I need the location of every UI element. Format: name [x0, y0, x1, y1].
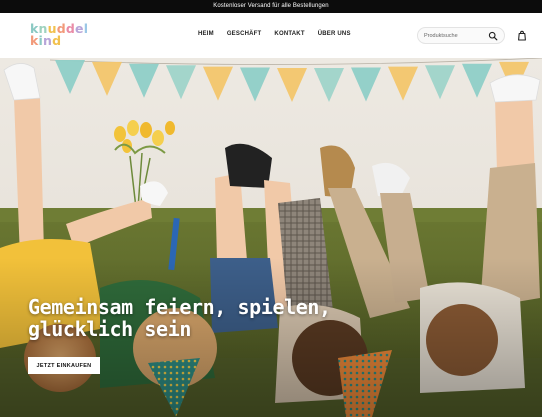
search-box	[417, 27, 505, 44]
logo-letter: e	[75, 21, 84, 36]
announcement-bar: Kostenloser Versand für alle Bestellunge…	[0, 0, 542, 13]
logo[interactable]: knuddel kind	[30, 23, 90, 46]
hero-banner: Gemeinsam feiern, spielen, glücklich sei…	[0, 58, 542, 417]
site-header: knuddel kind HEIM GESCHÄFT KONTAKT ÜBER …	[0, 13, 542, 58]
logo-letter: n	[43, 32, 53, 48]
nav-about[interactable]: ÜBER UNS	[318, 31, 351, 37]
main-nav: HEIM GESCHÄFT KONTAKT ÜBER UNS	[198, 31, 351, 37]
nav-contact[interactable]: KONTAKT	[274, 31, 304, 37]
logo-letter: l	[83, 21, 89, 36]
announcement-text: Kostenloser Versand für alle Bestellunge…	[213, 3, 329, 9]
nav-home[interactable]: HEIM	[198, 31, 214, 37]
logo-letter: k	[30, 32, 39, 48]
shop-now-button[interactable]: JETZT EINKAUFEN	[28, 357, 100, 374]
logo-line-2: kind	[30, 32, 90, 48]
search-icon[interactable]	[488, 31, 498, 41]
nav-shop[interactable]: GESCHÄFT	[227, 31, 262, 37]
hero-title: Gemeinsam feiern, spielen, glücklich sei…	[28, 295, 331, 341]
logo-letter: d	[65, 21, 76, 36]
cart-icon[interactable]	[517, 30, 527, 41]
search-input[interactable]	[424, 30, 486, 41]
logo-letter: d	[52, 32, 62, 48]
